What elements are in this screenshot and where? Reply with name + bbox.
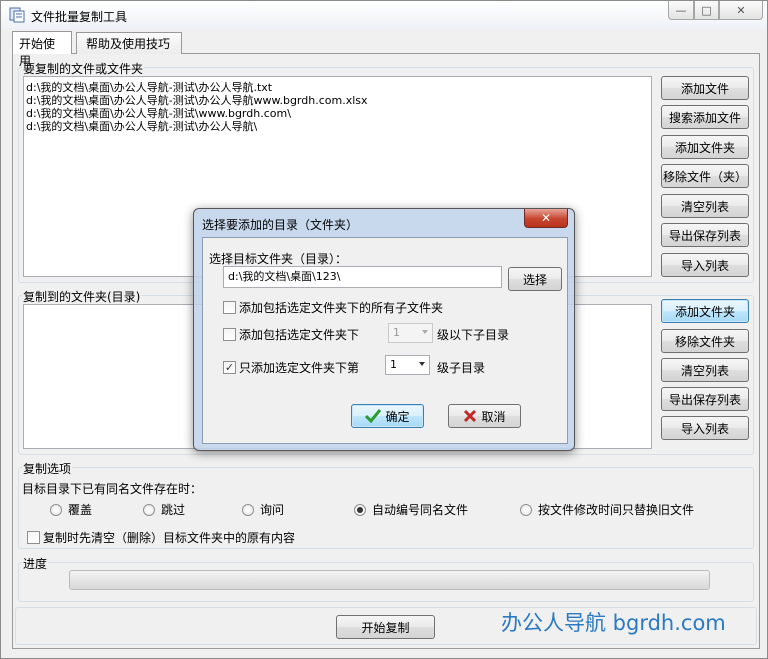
minimize-icon: — bbox=[675, 3, 687, 17]
brand-watermark: 办公人导航 bgrdh.com bbox=[501, 611, 726, 635]
radio-auto-number[interactable]: 自动编号同名文件 bbox=[354, 501, 468, 518]
progress-label: 进度 bbox=[22, 555, 49, 572]
x-mark-icon bbox=[464, 409, 477, 423]
list-item[interactable]: d:\我的文档\桌面\办公人导航-测试\办公人导航www.bgrdh.com.x… bbox=[26, 94, 649, 107]
radio-skip[interactable]: 跳过 bbox=[143, 501, 185, 518]
window-title: 文件批量复制工具 bbox=[31, 10, 128, 24]
import-source-list-button[interactable]: 导入列表 bbox=[661, 253, 749, 277]
include-all-subfolders-checkbox[interactable]: 添加包括选定文件夹下的所有子文件夹 bbox=[223, 299, 443, 316]
checkbox-label: 复制时先清空（删除）目标文件夹中的原有内容 bbox=[43, 531, 296, 545]
options-label: 复制选项 bbox=[22, 460, 73, 477]
title-bar: 文件批量复制工具 — □ ✕ bbox=[1, 1, 767, 29]
maximize-button[interactable]: □ bbox=[694, 1, 719, 20]
radio-replace-older[interactable]: 按文件修改时间只替换旧文件 bbox=[520, 501, 694, 518]
cancel-button[interactable]: 取消 bbox=[448, 404, 521, 428]
dialog-title: 选择要添加的目录（文件夹） bbox=[202, 218, 359, 232]
remove-item-button[interactable]: 移除文件（夹） bbox=[661, 164, 749, 188]
radio-circle bbox=[520, 503, 532, 516]
ok-label: 确定 bbox=[385, 409, 410, 424]
checkbox-label: 添加包括选定文件夹下的所有子文件夹 bbox=[239, 301, 444, 315]
checkbox-label: 只添加选定文件夹下第 bbox=[239, 361, 360, 375]
close-icon: ✕ bbox=[736, 3, 746, 17]
chevron-down-icon bbox=[419, 362, 425, 366]
radio-label: 覆盖 bbox=[68, 503, 93, 517]
check-icon: ✓ bbox=[223, 361, 236, 374]
tab-help[interactable]: 帮助及使用技巧 bbox=[76, 32, 182, 54]
add-folder-button[interactable]: 添加文件夹 bbox=[661, 135, 749, 159]
add-file-button[interactable]: 添加文件 bbox=[661, 76, 749, 100]
dest-label: 复制到的文件夹(目录) bbox=[22, 288, 142, 305]
chevron-down-icon bbox=[422, 330, 428, 334]
checkbox-box bbox=[27, 531, 40, 544]
maximize-icon: □ bbox=[701, 3, 712, 17]
only-level-suffix-label: 级子目录 bbox=[437, 361, 486, 375]
target-folder-input[interactable]: d:\我的文档\桌面\123\ bbox=[223, 266, 502, 288]
radio-overwrite[interactable]: 覆盖 bbox=[50, 501, 92, 518]
levels-select-value: 1 bbox=[393, 326, 400, 339]
list-item[interactable]: d:\我的文档\桌面\办公人导航-测试\办公人导航\ bbox=[26, 120, 649, 133]
target-folder-label: 选择目标文件夹（目录）： bbox=[209, 252, 348, 266]
dialog-close-button[interactable]: ✕ bbox=[524, 209, 568, 228]
list-item[interactable]: d:\我的文档\桌面\办公人导航-测试\www.bgrdh.com\ bbox=[26, 107, 649, 120]
dialog-body: 选择目标文件夹（目录）： d:\我的文档\桌面\123\ 选择 添加包括选定文件… bbox=[202, 237, 568, 444]
minimize-button[interactable]: — bbox=[668, 1, 694, 20]
add-dest-folder-button[interactable]: 添加文件夹 bbox=[661, 299, 749, 323]
search-add-file-button[interactable]: 搜索添加文件 bbox=[661, 105, 749, 129]
add-folder-dialog: 选择要添加的目录（文件夹） ✕ 选择目标文件夹（目录）： d:\我的文档\桌面\… bbox=[193, 208, 575, 451]
remove-dest-folder-button[interactable]: 移除文件夹 bbox=[661, 329, 749, 353]
checkmark-icon bbox=[365, 409, 382, 423]
close-icon: ✕ bbox=[540, 211, 552, 225]
radio-label: 按文件修改时间只替换旧文件 bbox=[538, 503, 695, 517]
source-label: 要复制的文件或文件夹 bbox=[22, 60, 145, 77]
radio-circle bbox=[143, 503, 155, 516]
main-window: 文件批量复制工具 — □ ✕ 要复制的文件或文件夹 d:\我的文档\桌面\办公人… bbox=[0, 0, 768, 659]
radio-label: 询问 bbox=[260, 503, 285, 517]
radio-circle-checked bbox=[354, 503, 366, 516]
tab-start[interactable]: 开始使用 bbox=[12, 31, 72, 68]
progress-bar bbox=[69, 570, 710, 590]
close-button[interactable]: ✕ bbox=[719, 1, 763, 20]
radio-circle bbox=[242, 503, 254, 516]
import-dest-list-button[interactable]: 导入列表 bbox=[661, 416, 749, 440]
checkbox-label: 添加包括选定文件夹下 bbox=[239, 328, 360, 342]
conflict-label: 目标目录下已有同名文件存在时： bbox=[22, 482, 203, 496]
levels-select[interactable]: 1 bbox=[388, 323, 433, 343]
radio-ask[interactable]: 询问 bbox=[242, 501, 284, 518]
list-item[interactable]: d:\我的文档\桌面\办公人导航-测试\办公人导航.txt bbox=[26, 81, 649, 94]
clear-target-checkbox[interactable]: 复制时先清空（删除）目标文件夹中的原有内容 bbox=[27, 529, 295, 546]
radio-label: 跳过 bbox=[161, 503, 186, 517]
clear-source-list-button[interactable]: 清空列表 bbox=[661, 194, 749, 218]
radio-label: 自动编号同名文件 bbox=[372, 503, 469, 517]
export-dest-list-button[interactable]: 导出保存列表 bbox=[661, 387, 749, 411]
checkbox-box bbox=[223, 328, 236, 341]
cancel-label: 取消 bbox=[481, 409, 506, 424]
select-folder-button[interactable]: 选择 bbox=[508, 267, 562, 291]
start-copy-button[interactable]: 开始复制 bbox=[336, 615, 435, 639]
copy-files-icon bbox=[9, 7, 25, 23]
checkbox-box bbox=[223, 301, 236, 314]
only-level-checkbox[interactable]: ✓ 只添加选定文件夹下第 bbox=[223, 359, 359, 376]
levels-suffix-label: 级以下子目录 bbox=[437, 328, 510, 342]
include-levels-checkbox[interactable]: 添加包括选定文件夹下 bbox=[223, 326, 359, 343]
clear-dest-list-button[interactable]: 清空列表 bbox=[661, 358, 749, 382]
only-level-select-value: 1 bbox=[390, 358, 397, 371]
ok-button[interactable]: 确定 bbox=[351, 404, 424, 428]
radio-circle bbox=[50, 503, 62, 516]
export-source-list-button[interactable]: 导出保存列表 bbox=[661, 223, 749, 247]
only-level-select[interactable]: 1 bbox=[385, 355, 430, 375]
